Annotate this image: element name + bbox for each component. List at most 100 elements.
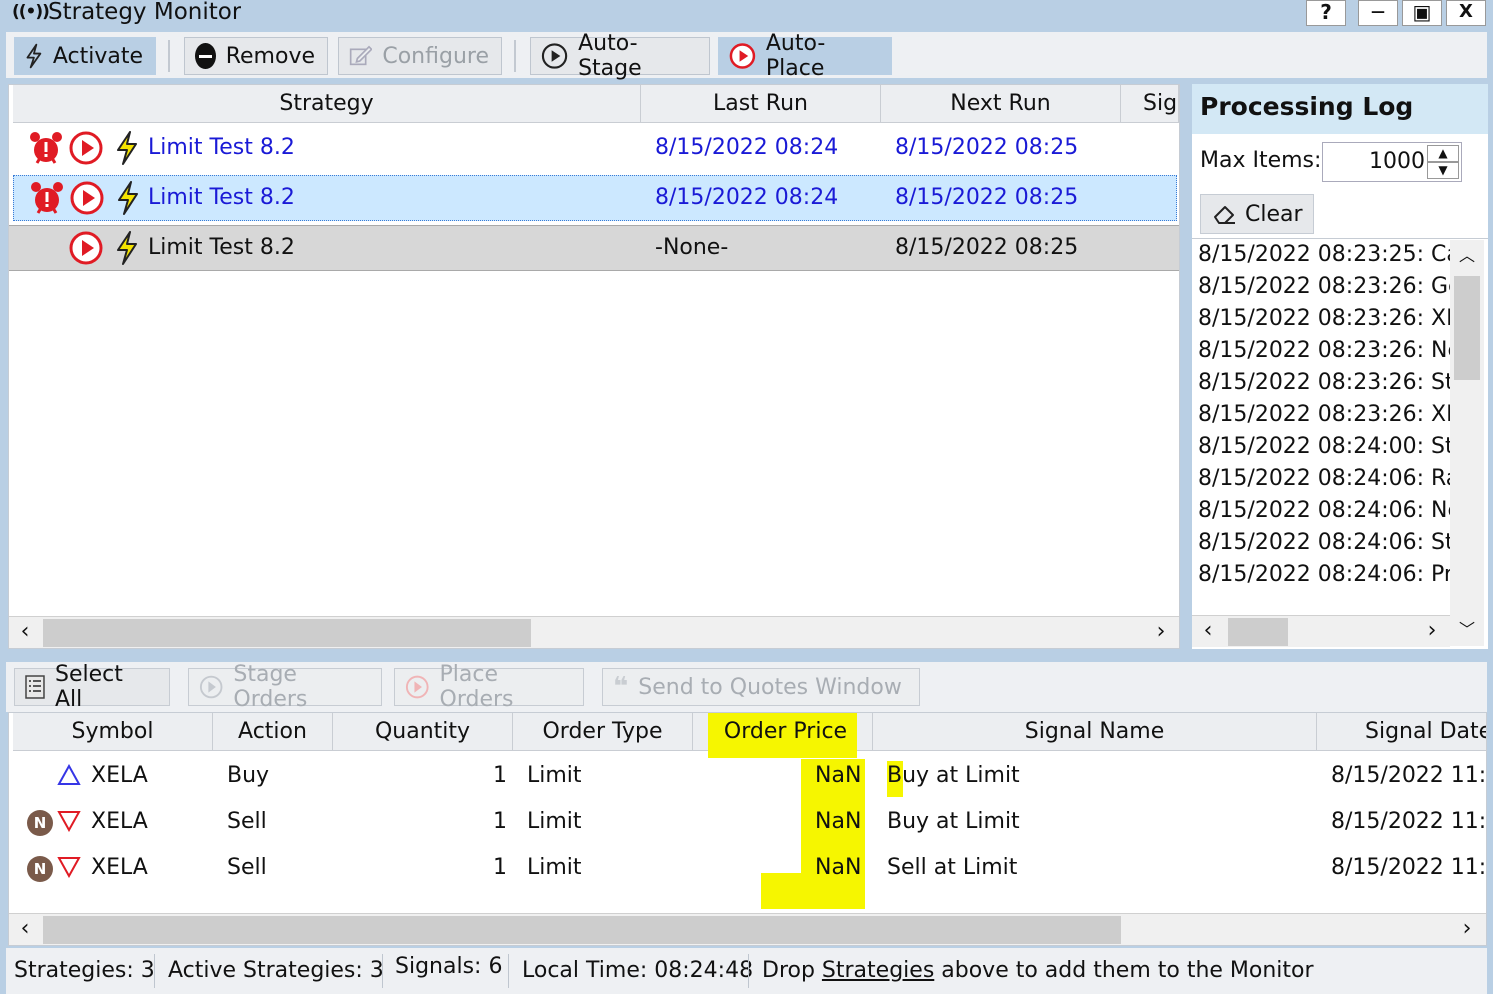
help-button[interactable]: ?	[1306, 0, 1346, 26]
chevron-left-icon[interactable]: ‹	[9, 914, 41, 946]
column-header-signal-name[interactable]: Signal Name	[873, 713, 1317, 751]
chevron-right-icon[interactable]: ›	[1145, 617, 1177, 649]
strategy-row[interactable]: Limit Test 8.2 8/15/2022 08:24 8/15/2022…	[13, 125, 1177, 171]
clear-button[interactable]: Clear	[1200, 194, 1314, 234]
chevron-right-icon[interactable]: ›	[1451, 914, 1483, 946]
log-line: 8/15/2022 08:24:06: Nex	[1198, 498, 1450, 523]
log-line: 8/15/2022 08:24:06: Pro	[1198, 562, 1450, 587]
log-line: 8/15/2022 08:24:06: Stat	[1198, 530, 1450, 555]
play-outline-icon	[541, 43, 568, 69]
edit-icon	[349, 45, 373, 66]
drop-suffix: above to add them to the Monitor	[934, 958, 1314, 983]
column-header-action[interactable]: Action	[213, 713, 333, 751]
log-line: 8/15/2022 08:23:26: XEL	[1198, 306, 1450, 331]
column-header-order-type[interactable]: Order Type	[513, 713, 693, 751]
symbol: XELA	[91, 763, 148, 788]
status-separator	[154, 954, 155, 988]
select-all-button[interactable]: Select All	[14, 662, 170, 712]
signal-date: 8/15/2022 11:2	[1331, 809, 1486, 834]
column-header-last-run[interactable]: Last Run	[641, 85, 881, 123]
remove-button[interactable]: Remove	[184, 37, 328, 75]
signals-grid: Symbol Action Quantity Order Type Order …	[8, 712, 1487, 946]
chevron-left-icon[interactable]: ‹	[1192, 616, 1224, 648]
alarm-icon	[30, 132, 62, 164]
activate-label: Activate	[52, 43, 143, 69]
max-items-stepper[interactable]: 1000 ▲ ▼	[1322, 142, 1462, 182]
drop-prefix: Drop	[762, 958, 822, 983]
place-orders-button[interactable]: Place Orders	[394, 662, 584, 712]
configure-button[interactable]: Configure	[338, 37, 502, 75]
vertical-splitter[interactable]	[1180, 78, 1192, 652]
main-toolbar: Activate Remove Configure Auto-Stage Aut…	[6, 31, 1487, 81]
status-signals: Signals: 6	[395, 954, 503, 979]
signals-hscrollbar[interactable]: ‹ ›	[9, 913, 1486, 945]
strategy-hscrollbar[interactable]: ‹ ›	[9, 616, 1179, 648]
scroll-thumb[interactable]	[1228, 618, 1288, 646]
scroll-thumb[interactable]	[43, 916, 1121, 944]
alarm-icon	[31, 182, 63, 214]
send-to-quotes-button[interactable]: ❝ Send to Quotes Window	[602, 668, 920, 706]
status-strategies: Strategies: 3	[14, 958, 155, 983]
signal-row[interactable]: N XELA Sell 1 Limit NaN Sell at Limit 8/…	[9, 845, 1486, 891]
log-header: Processing Log	[1192, 84, 1488, 134]
strategy-grid: Strategy Last Run Next Run Sign Limit Te…	[8, 84, 1180, 649]
log-line: 8/15/2022 08:24:06: Ran	[1198, 466, 1450, 491]
max-items-value: 1000	[1369, 149, 1425, 174]
column-header-order-price[interactable]: Order Price	[693, 713, 873, 758]
strategy-row[interactable]: Limit Test 8.2 -None- 8/15/2022 08:25	[9, 225, 1179, 271]
minimize-button[interactable]: —	[1358, 0, 1398, 26]
chevron-up-icon[interactable]: ︿	[1451, 240, 1483, 272]
signal-row[interactable]: XELA Buy 1 Limit NaN Buy at Limit 8/15/2…	[9, 753, 1486, 799]
column-header-signal-date[interactable]: Signal Date	[1317, 713, 1487, 751]
order-price: NaN	[815, 855, 862, 880]
order-type: Limit	[527, 809, 582, 834]
stage-orders-button[interactable]: Stage Orders	[188, 662, 382, 712]
activate-button[interactable]: Activate	[14, 37, 156, 75]
strategy-row-selected[interactable]: Limit Test 8.2 8/15/2022 08:24 8/15/2022…	[13, 175, 1177, 221]
column-header-quantity[interactable]: Quantity	[333, 713, 513, 751]
horizontal-splitter[interactable]	[0, 652, 1493, 662]
order-type: Limit	[527, 763, 582, 788]
last-run: 8/15/2022 08:24	[655, 135, 839, 160]
select-all-label: Select All	[54, 662, 123, 712]
chevron-left-icon[interactable]: ‹	[9, 617, 41, 649]
maximize-button[interactable]: ▣	[1402, 0, 1442, 26]
remove-icon	[195, 43, 216, 69]
play-icon	[69, 131, 103, 165]
log-list[interactable]: 8/15/2022 08:23:25: Call 8/15/2022 08:23…	[1192, 238, 1488, 648]
next-run: 8/15/2022 08:25	[895, 185, 1079, 210]
log-line: 8/15/2022 08:23:26: Get	[1198, 274, 1450, 299]
auto-stage-button[interactable]: Auto-Stage	[530, 31, 710, 81]
title-bar: ((•)) Strategy Monitor ? — ▣ X	[0, 0, 1493, 32]
scroll-thumb[interactable]	[43, 619, 531, 647]
column-header-signals[interactable]: Sign	[1121, 85, 1179, 123]
toolbar-separator	[168, 40, 170, 72]
status-separator	[382, 954, 383, 988]
chevron-down-icon[interactable]: ﹀	[1451, 614, 1483, 646]
max-items-label: Max Items:	[1200, 148, 1322, 173]
order-price: NaN	[815, 809, 862, 834]
column-header-symbol[interactable]: Symbol	[13, 713, 213, 751]
scroll-thumb[interactable]	[1454, 276, 1480, 380]
place-orders-label: Place Orders	[439, 662, 514, 712]
strategies-link[interactable]: Strategies	[822, 958, 934, 983]
spin-up-icon[interactable]: ▲	[1427, 145, 1459, 162]
broadcast-icon: ((•))	[12, 2, 50, 22]
status-separator	[508, 954, 509, 988]
signal-row[interactable]: N XELA Sell 1 Limit NaN Buy at Limit 8/1…	[9, 799, 1486, 845]
signal-date: 8/15/2022 11:2	[1331, 763, 1486, 788]
auto-place-button[interactable]: Auto-Place	[718, 31, 892, 81]
column-header-next-run[interactable]: Next Run	[881, 85, 1121, 123]
spin-down-icon[interactable]: ▼	[1427, 162, 1459, 179]
signals-toolbar: Select All Stage Orders Place Orders ❝ S…	[6, 662, 1487, 712]
log-hscrollbar[interactable]: ‹ ›	[1192, 615, 1450, 647]
play-red-icon	[729, 43, 756, 69]
stage-orders-label: Stage Orders	[233, 662, 308, 712]
column-header-strategy[interactable]: Strategy	[13, 85, 641, 123]
processing-log-panel: Processing Log Max Items: 1000 ▲ ▼ Clear…	[1192, 84, 1488, 649]
strategy-name: Limit Test 8.2	[148, 135, 295, 160]
chevron-right-icon[interactable]: ›	[1416, 616, 1448, 648]
lightning-icon	[117, 231, 137, 265]
log-vscrollbar[interactable]: ︿ ﹀	[1450, 240, 1484, 646]
close-button[interactable]: X	[1446, 0, 1486, 26]
